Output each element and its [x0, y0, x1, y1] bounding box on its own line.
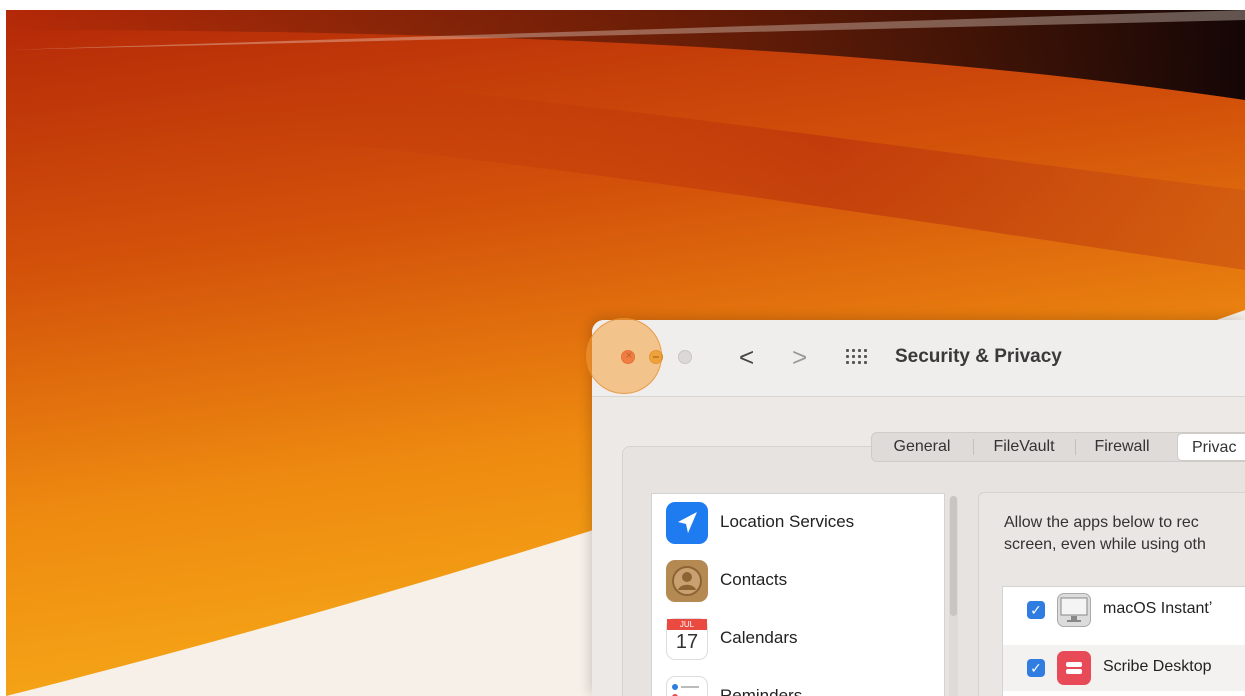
minimize-icon — [653, 356, 659, 358]
description-line: Allow the apps below to rec — [1004, 514, 1199, 531]
close-icon: × — [625, 348, 633, 362]
calendar-day: 17 — [675, 631, 699, 653]
service-calendars[interactable]: JUL 17 Calendars — [666, 618, 946, 662]
service-label: Contacts — [720, 570, 788, 589]
tab-general[interactable]: General — [872, 433, 972, 461]
app-name: macOS Instantʼ — [1103, 600, 1213, 617]
scribe-app-icon — [1057, 651, 1091, 685]
privacy-services-list: Location Services Contacts JUL 17 Calend… — [651, 493, 945, 696]
service-location-services[interactable]: Location Services — [666, 502, 946, 546]
permission-description: Allow the apps below to rec screen, even… — [1004, 512, 1244, 556]
service-reminders[interactable]: Reminders — [666, 676, 946, 696]
app-checkbox[interactable]: ✓ — [1027, 659, 1045, 677]
tab-firewall[interactable]: Firewall — [1076, 433, 1168, 461]
tab-bar: General FileVault Firewall Privac — [871, 432, 1245, 462]
app-name: Scribe Desktop — [1103, 658, 1212, 675]
calendar-icon: JUL 17 — [666, 618, 708, 660]
app-checkbox[interactable]: ✓ — [1027, 601, 1045, 619]
app-row-macos-instant[interactable]: ✓ macOS Instantʼ — [1003, 587, 1245, 633]
app-row-scribe-desktop[interactable]: ✓ Scribe Desktop — [1003, 645, 1245, 691]
tab-filevault[interactable]: FileVault — [974, 433, 1074, 461]
monitor-app-icon — [1057, 593, 1091, 627]
allowed-apps-list: ✓ macOS Instantʼ ✓ Scribe Desktop — [1002, 586, 1245, 696]
tab-privacy[interactable]: Privac — [1177, 433, 1245, 461]
window-titlebar: × < > Security & Privacy — [592, 320, 1245, 397]
show-all-grid-icon[interactable] — [846, 349, 872, 365]
scrollbar-thumb[interactable] — [950, 496, 957, 616]
description-line: screen, even while using oth — [1004, 536, 1206, 553]
service-label: Location Services — [720, 512, 855, 531]
window-title: Security & Privacy — [895, 346, 1062, 367]
back-button[interactable]: < — [739, 344, 754, 370]
reminders-icon — [666, 676, 708, 696]
service-label: Calendars — [720, 628, 798, 647]
service-contacts[interactable]: Contacts — [666, 560, 946, 604]
forward-button[interactable]: > — [792, 344, 807, 370]
contacts-icon — [666, 560, 708, 602]
service-label: Reminders — [720, 686, 803, 696]
minimize-button[interactable] — [649, 350, 663, 364]
calendar-month: JUL — [679, 620, 695, 629]
security-privacy-window: × < > Security & Privacy General FileVau… — [592, 320, 1245, 696]
zoom-button[interactable] — [678, 350, 692, 364]
location-arrow-icon — [666, 502, 708, 544]
services-scrollbar[interactable] — [949, 496, 958, 696]
close-button[interactable]: × — [621, 348, 635, 364]
